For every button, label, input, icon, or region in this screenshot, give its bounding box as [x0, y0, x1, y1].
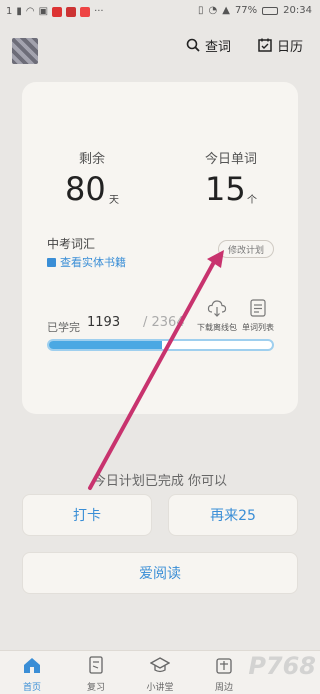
tab-review-label: 复习 [86, 683, 105, 693]
learning-progress-bar [47, 339, 274, 351]
avatar[interactable] [12, 38, 38, 64]
plan-complete-text: 今日计划已完成 你可以 [92, 474, 228, 489]
list-icon [250, 299, 266, 317]
today-words-label: 今日单词 [205, 152, 258, 167]
learning-progress-fill [49, 341, 162, 349]
cloud-download-icon [207, 300, 227, 317]
image-icon: ▣ [38, 6, 49, 17]
learned-total: / 2364 [143, 315, 185, 330]
search-icon [186, 38, 200, 52]
download-offline-label: 下载离线包 [197, 323, 237, 332]
status-bar: 1 ▮ ◠ ▣ ··· ▯ ◔ ▲ 77% 20:34 [0, 0, 320, 24]
tab-lecture-label: 小讲堂 [146, 683, 174, 693]
tab-nearby[interactable]: 周边 [194, 656, 254, 693]
love-reading-button[interactable]: 爱阅读 [22, 552, 298, 594]
lecture-icon [149, 657, 171, 673]
tab-nearby-label: 周边 [214, 683, 233, 693]
search-label: 查词 [205, 39, 232, 55]
plan-card: 剩余 80 天 今日单词 15 个 中考词汇 查看实体书籍 修改计划 已学完 1… [22, 82, 298, 414]
today-words-count: 15 [205, 170, 246, 208]
calendar-label: 日历 [277, 39, 304, 55]
clock: 20:34 [283, 5, 312, 16]
book-icon [47, 257, 56, 267]
study-again-button[interactable]: 再来25 [168, 494, 298, 536]
remaining-label: 剩余 [79, 152, 106, 167]
today-words-unit: 个 [247, 195, 257, 206]
app-notification-icon [52, 7, 63, 17]
review-icon [89, 656, 103, 674]
remaining-unit: 天 [109, 195, 119, 206]
word-list-button[interactable]: 单词列表 [238, 299, 278, 333]
remaining-days: 80 [65, 170, 106, 208]
app-notification-icon [66, 7, 77, 17]
search-button[interactable]: 查词 [186, 36, 232, 55]
tab-home[interactable]: 首页 [2, 656, 62, 693]
check-in-button[interactable]: 打卡 [22, 494, 152, 536]
tab-review[interactable]: 复习 [66, 656, 126, 693]
more-icon: ··· [94, 6, 104, 17]
notification-badge: 1 [6, 6, 13, 17]
book-name: 中考词汇 [47, 237, 96, 251]
calendar-button[interactable]: 日历 [258, 36, 304, 55]
battery-percent: 77% [234, 5, 258, 16]
vibrate-icon: ▯ [197, 5, 204, 16]
view-physical-book-link[interactable]: 查看实体书籍 [47, 254, 126, 270]
home-icon [24, 658, 40, 673]
status-left-icons: 1 ▮ ◠ ▣ ··· [6, 6, 104, 18]
watermark-logo: P768 [248, 652, 316, 680]
download-offline-button[interactable]: 下载离线包 [197, 299, 237, 333]
status-right-icons: ▯ ◔ ▲ 77% 20:34 [198, 5, 312, 16]
modify-plan-button[interactable]: 修改计划 [218, 240, 274, 258]
signal-icon: ▮ [16, 6, 22, 17]
app-notification-icon [80, 7, 91, 17]
view-physical-book-label: 查看实体书籍 [60, 256, 126, 269]
calendar-icon [258, 38, 272, 52]
cell-signal-icon: ▲ [222, 5, 230, 16]
word-list-label: 单词列表 [242, 323, 274, 332]
learned-count: 1193 [87, 315, 121, 330]
network-icon: ◔ [208, 5, 218, 16]
learned-label: 已学完 [47, 321, 80, 334]
battery-icon [262, 6, 279, 15]
tab-lecture[interactable]: 小讲堂 [130, 656, 190, 693]
wifi-icon: ◠ [25, 6, 35, 17]
shop-icon [216, 658, 232, 674]
tab-home-label: 首页 [22, 683, 41, 693]
